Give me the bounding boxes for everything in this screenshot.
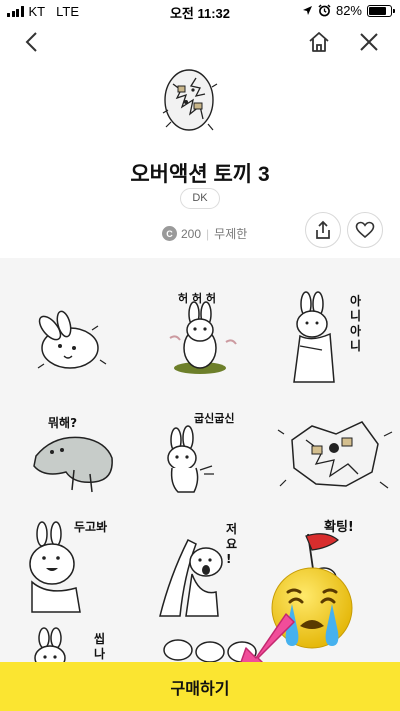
battery-percent: 82%: [335, 3, 362, 18]
sticker-caption: 확팅!: [324, 520, 354, 535]
buy-button[interactable]: 구매하기: [0, 662, 400, 711]
sticker-item[interactable]: [276, 400, 396, 510]
share-icon: [316, 220, 330, 239]
signal-icon: [7, 6, 24, 17]
chevron-left-icon: [25, 32, 37, 52]
status-bar: KT LTE 오전 11:32 82%: [0, 0, 400, 22]
heart-icon: [355, 221, 375, 239]
price-value: 200: [181, 226, 202, 241]
status-right: 82%: [302, 3, 395, 18]
usage-limit: 무제한: [214, 227, 248, 241]
alarm-icon: [318, 4, 331, 17]
sticker-item[interactable]: 아 니 아 니: [276, 286, 396, 396]
price-divider: |: [206, 226, 210, 241]
carrier-label: KT: [28, 4, 46, 19]
home-button[interactable]: [304, 27, 334, 57]
sticker-item[interactable]: [8, 286, 128, 396]
back-button[interactable]: [18, 28, 46, 56]
close-icon: [360, 33, 378, 51]
sticker-item[interactable]: 뭐해?: [14, 400, 134, 510]
sticker-caption: 굽신굽신: [194, 412, 235, 425]
sticker-caption: 저 요 !: [226, 522, 238, 566]
network-label: LTE: [56, 4, 80, 19]
like-button[interactable]: [347, 212, 383, 248]
sticker-caption: 뭐해?: [48, 416, 78, 430]
battery-icon: [367, 4, 395, 17]
sticker-caption: 아 니 아 니: [350, 294, 362, 353]
sticker-caption: 씹 나: [94, 632, 106, 661]
product-title: 오버액션 토끼 3: [130, 163, 270, 186]
author-badge[interactable]: DK: [180, 188, 220, 209]
status-left: KT LTE: [7, 4, 79, 19]
coin-icon: C: [162, 226, 177, 241]
sticker-caption: 두고봐: [74, 520, 108, 534]
sticker-thumbnail: [158, 64, 220, 136]
buy-button-label: 구매하기: [170, 680, 230, 698]
location-icon: [302, 6, 312, 15]
share-button[interactable]: [305, 212, 341, 248]
sticker-caption: 허 허 허: [178, 292, 217, 305]
price-row: C 200 | 무제한: [162, 225, 247, 242]
sticker-item[interactable]: 굽신굽신: [142, 400, 262, 510]
sticker-item[interactable]: 허 허 허: [140, 286, 260, 396]
home-icon: [309, 32, 329, 52]
close-button[interactable]: [355, 28, 383, 56]
sticker-item[interactable]: 두고봐: [18, 516, 138, 626]
